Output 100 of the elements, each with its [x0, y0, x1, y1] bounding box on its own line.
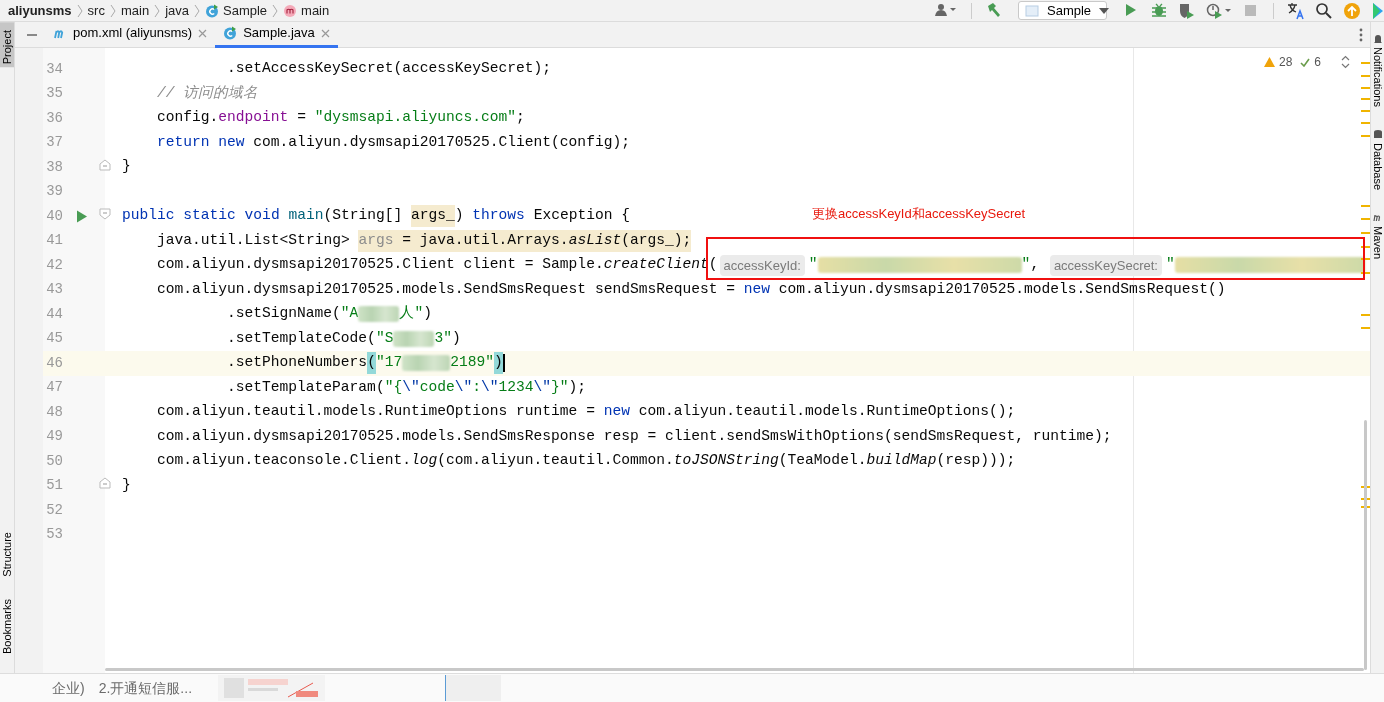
line-number: 48 [45, 402, 63, 422]
code-text: , [1030, 255, 1041, 275]
kebab-icon [1359, 27, 1363, 42]
check-icon [1300, 57, 1311, 67]
tool-window-tab[interactable]: Bookmarks [0, 595, 14, 657]
code-text: "S [375, 328, 394, 348]
close-icon [320, 28, 330, 38]
gauge-run-icon [1206, 1, 1232, 20]
code-text: "17 [375, 353, 403, 373]
breadcrumb-label: Sample [223, 1, 268, 20]
run-gutter-button[interactable] [76, 209, 88, 223]
code-text: 人" [399, 304, 424, 324]
breadcrumb-item[interactable]: src [87, 0, 105, 21]
code-line: com.aliyun.dysmsapi20170525.models.SendSmsResponse resp = client.sendSmsWithOptions(sendSmsRequest, runtime); [156, 426, 1112, 446]
dropdown-label: Sample [1047, 1, 1092, 20]
line-number: 47 [45, 378, 63, 398]
method-icon [283, 3, 298, 18]
line-number: 53 [45, 525, 63, 545]
line-number: 38 [45, 157, 63, 177]
shield-run-icon [1178, 1, 1196, 20]
chevron-icon [271, 3, 280, 18]
navigate-arrows-icon [1341, 55, 1350, 69]
line-number: 44 [45, 304, 63, 324]
parameter-hint: accessKeySecret: [1049, 254, 1162, 276]
code-line: .setAccessKeySecret(accessKeySecret); [226, 59, 552, 79]
code-text: ) [423, 304, 432, 324]
code-text: .setSignName( [227, 304, 341, 324]
code-text: com.aliyun.dysmsapi20170525.Client client = Sample. [157, 255, 604, 275]
breadcrumb-label: main [301, 1, 330, 20]
line-number: 46 [45, 353, 63, 373]
caret-icon [1099, 7, 1110, 14]
code-text: ) [451, 328, 461, 348]
redacted-text-drawing [402, 355, 451, 372]
code-line: config.endpoint = "dysmsapi.aliyuncs.com"; [156, 108, 525, 128]
parameter-hint: accessKeyId: [719, 254, 805, 276]
line-number: 42 [45, 255, 63, 275]
tool-window-tab[interactable]: Maven [1369, 209, 1384, 263]
tool-icon [1372, 212, 1383, 223]
breadcrumb-item[interactable]: aliyunsms [8, 0, 72, 21]
tool-window-tab[interactable]: Structure [0, 529, 14, 580]
code-text: " [1021, 255, 1031, 275]
code-line: .setTemplateParam("{\"code\":\"1234\"}"); [226, 377, 587, 397]
line-number: 51 [45, 476, 63, 496]
line-number: 39 [45, 182, 63, 202]
bug-icon [1150, 1, 1168, 20]
annotation-note: 更换accessKeyId和accessKeySecret [812, 205, 1026, 223]
tool-window-tab[interactable]: Database [1369, 125, 1384, 193]
code-line: } [121, 475, 131, 495]
code-text: .setPhoneNumbers [227, 353, 368, 373]
class-icon [205, 3, 219, 18]
code-text: " [1165, 255, 1175, 275]
fold-button[interactable] [99, 477, 111, 490]
run-configuration-dropdown[interactable]: Sample [1018, 1, 1107, 20]
code-text: ( [708, 255, 718, 275]
plugin-icon [1371, 1, 1383, 20]
line-number: 36 [45, 108, 63, 128]
weak-warning-counter[interactable]: 6 [1300, 53, 1321, 71]
code-line: return new com.aliyun.dysmsapi20170525.Client(config); [156, 132, 630, 152]
line-number: 37 [45, 133, 63, 153]
code-text: ) [493, 352, 503, 375]
close-icon [198, 28, 208, 38]
line-number: 49 [45, 427, 63, 447]
tool-icon [1372, 33, 1383, 44]
code-line: // 访问的域名 [156, 83, 259, 103]
tool-window-tab[interactable]: Project [0, 22, 14, 68]
line-number: 45 [45, 329, 63, 349]
chevron-icon [153, 3, 162, 18]
line-number: 40 [45, 206, 63, 226]
class-icon [223, 26, 238, 40]
warning-counter[interactable]: 28 [1263, 53, 1293, 71]
fold-button[interactable] [99, 207, 111, 220]
code-text: 3" [434, 328, 452, 348]
translate-icon [1287, 1, 1305, 20]
run-icon [76, 209, 88, 223]
breadcrumb-item[interactable]: java [165, 0, 189, 21]
chevron-icon [193, 3, 201, 18]
background-text: 2.开通短信服... [98, 678, 193, 698]
update-icon [1343, 1, 1361, 20]
line-number: 43 [45, 280, 63, 300]
code-text: 2189" [450, 353, 494, 373]
code-text: "A [340, 304, 359, 324]
line-number: 50 [45, 451, 63, 471]
line-number: 34 [45, 59, 63, 79]
code-line: com.aliyun.teaconsole.Client.log(com.aliyun.teautil.Common.toJSONString(TeaModel.buildMap(resp))); [156, 451, 1016, 471]
tool-window-tab[interactable]: Notifications [1369, 30, 1384, 110]
editor-tab[interactable]: pom.xml (aliyunsms) [45, 21, 216, 48]
search-icon [1315, 1, 1333, 20]
redacted-text-drawing [393, 330, 435, 347]
code-text: .setTemplateCode( [227, 328, 376, 348]
redacted-text-drawing [358, 306, 400, 323]
chevron-icon [75, 3, 84, 18]
code-line: } [121, 157, 131, 177]
code-text: ( [367, 352, 376, 375]
hammer-icon [985, 1, 1003, 20]
fold-button[interactable] [99, 158, 111, 171]
code-line: java.util.List<String> args = java.util.Arrays.asList(args_); [105, 228, 692, 253]
code-text: createClient [603, 255, 709, 275]
window-icon [1025, 4, 1039, 17]
line-number: 35 [45, 84, 63, 104]
breadcrumb-item[interactable]: main [120, 0, 150, 21]
